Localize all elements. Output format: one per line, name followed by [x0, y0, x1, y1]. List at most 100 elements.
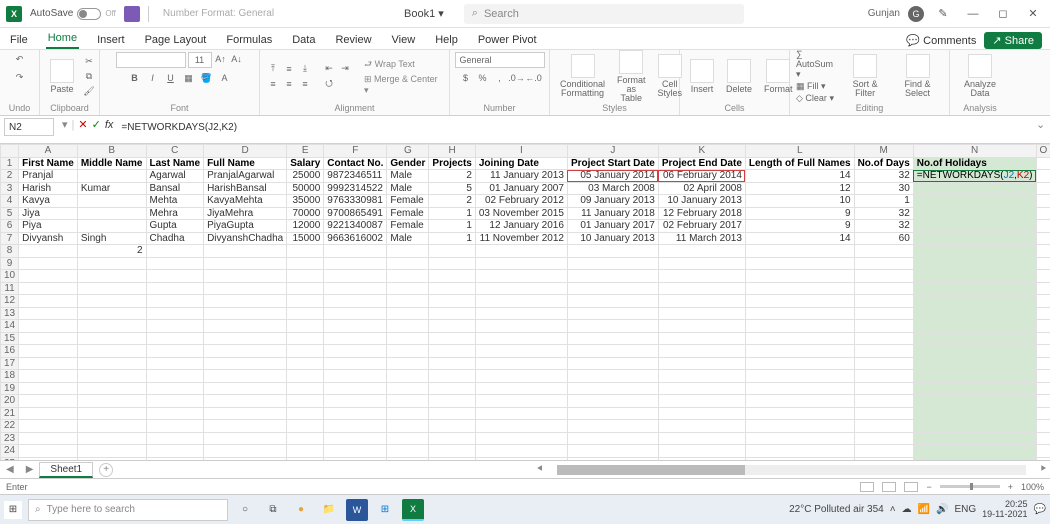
cell-D13[interactable] [204, 307, 287, 320]
cell-L22[interactable] [745, 420, 854, 433]
cell-B18[interactable] [77, 370, 146, 383]
cell-G5[interactable]: Female [387, 207, 429, 220]
cell-N21[interactable] [913, 407, 1036, 420]
cell-N3[interactable] [913, 182, 1036, 195]
cell-G6[interactable]: Female [387, 220, 429, 233]
cell-H21[interactable] [429, 407, 475, 420]
clear-button[interactable]: ◇ Clear ▾ [796, 93, 838, 104]
cell-I6[interactable]: 12 January 2016 [475, 220, 567, 233]
cell-H12[interactable] [429, 295, 475, 308]
cell-G19[interactable] [387, 382, 429, 395]
cell-D1[interactable]: Full Name [204, 157, 287, 170]
cell-G16[interactable] [387, 345, 429, 358]
cell-M11[interactable] [854, 282, 913, 295]
cell-N24[interactable] [913, 445, 1036, 458]
cell-C23[interactable] [146, 432, 204, 445]
cell-C21[interactable] [146, 407, 204, 420]
underline-button[interactable]: U [164, 71, 178, 85]
cell-J25[interactable] [567, 457, 658, 460]
taskbar-search[interactable]: ⌕Type here to search [28, 499, 228, 521]
cell-O14[interactable] [1036, 320, 1050, 333]
save-icon[interactable] [124, 6, 140, 22]
row-header-14[interactable]: 14 [1, 320, 19, 333]
number-format-box[interactable]: General [455, 52, 545, 68]
cell-I3[interactable]: 01 January 2007 [475, 182, 567, 195]
task-view-icon[interactable]: ⧉ [262, 499, 284, 521]
cell-A20[interactable] [19, 395, 78, 408]
cell-B8[interactable]: 2 [77, 245, 146, 258]
cell-B22[interactable] [77, 420, 146, 433]
percent-icon[interactable]: % [476, 71, 490, 85]
cell-I19[interactable] [475, 382, 567, 395]
row-header-13[interactable]: 13 [1, 307, 19, 320]
cell-O19[interactable] [1036, 382, 1050, 395]
font-family-box[interactable] [116, 52, 186, 68]
cell-F24[interactable] [324, 445, 387, 458]
cell-D19[interactable] [204, 382, 287, 395]
cell-F16[interactable] [324, 345, 387, 358]
cell-C4[interactable]: Mehta [146, 195, 204, 208]
cell-A2[interactable]: Pranjal [19, 170, 78, 183]
cell-K21[interactable] [658, 407, 745, 420]
decrease-indent-icon[interactable]: ⇤ [322, 62, 336, 76]
cell-L16[interactable] [745, 345, 854, 358]
col-header-C[interactable]: C [146, 145, 204, 158]
cell-M9[interactable] [854, 257, 913, 270]
cell-J22[interactable] [567, 420, 658, 433]
cell-M25[interactable] [854, 457, 913, 460]
cell-M14[interactable] [854, 320, 913, 333]
cell-O13[interactable] [1036, 307, 1050, 320]
cell-C7[interactable]: Chadha [146, 232, 204, 245]
cell-K9[interactable] [658, 257, 745, 270]
cell-O6[interactable] [1036, 220, 1050, 233]
cell-I17[interactable] [475, 357, 567, 370]
row-header-24[interactable]: 24 [1, 445, 19, 458]
cell-A25[interactable] [19, 457, 78, 460]
cell-H2[interactable]: 2 [429, 170, 475, 183]
cell-O3[interactable] [1036, 182, 1050, 195]
col-header-L[interactable]: L [745, 145, 854, 158]
cell-O11[interactable] [1036, 282, 1050, 295]
user-name[interactable]: Gunjan [868, 8, 900, 19]
cell-F2[interactable]: 9872346511 [324, 170, 387, 183]
cell-D4[interactable]: KavyaMehta [204, 195, 287, 208]
search-box[interactable]: ⌕ Search [464, 4, 744, 24]
cell-C9[interactable] [146, 257, 204, 270]
cell-L24[interactable] [745, 445, 854, 458]
format-as-table-button[interactable]: Format as Table [613, 48, 650, 105]
tab-page-layout[interactable]: Page Layout [143, 31, 209, 49]
italic-button[interactable]: I [146, 71, 160, 85]
find-select-button[interactable]: Find & Select [892, 52, 943, 100]
cell-B24[interactable] [77, 445, 146, 458]
cell-M7[interactable]: 60 [854, 232, 913, 245]
cell-J15[interactable] [567, 332, 658, 345]
cell-N6[interactable] [913, 220, 1036, 233]
cell-C10[interactable] [146, 270, 204, 283]
cell-O10[interactable] [1036, 270, 1050, 283]
cell-A9[interactable] [19, 257, 78, 270]
cell-H18[interactable] [429, 370, 475, 383]
cell-C11[interactable] [146, 282, 204, 295]
cell-C14[interactable] [146, 320, 204, 333]
cell-M3[interactable]: 30 [854, 182, 913, 195]
cell-G2[interactable]: Male [387, 170, 429, 183]
cell-L5[interactable]: 9 [745, 207, 854, 220]
cell-H13[interactable] [429, 307, 475, 320]
cell-M10[interactable] [854, 270, 913, 283]
cell-B7[interactable]: Singh [77, 232, 146, 245]
cell-H25[interactable] [429, 457, 475, 460]
sheet-nav-prev-icon[interactable]: ◀ [0, 464, 20, 475]
cell-C8[interactable] [146, 245, 204, 258]
name-box-dropdown-icon[interactable]: ▾ [62, 118, 68, 131]
autosum-button[interactable]: ∑ AutoSum ▾ [796, 49, 838, 80]
cell-B16[interactable] [77, 345, 146, 358]
cell-I1[interactable]: Joining Date [475, 157, 567, 170]
cell-O20[interactable] [1036, 395, 1050, 408]
cell-J21[interactable] [567, 407, 658, 420]
cell-G17[interactable] [387, 357, 429, 370]
cell-K17[interactable] [658, 357, 745, 370]
cell-A18[interactable] [19, 370, 78, 383]
cell-K25[interactable] [658, 457, 745, 460]
cell-D9[interactable] [204, 257, 287, 270]
cell-C25[interactable] [146, 457, 204, 460]
